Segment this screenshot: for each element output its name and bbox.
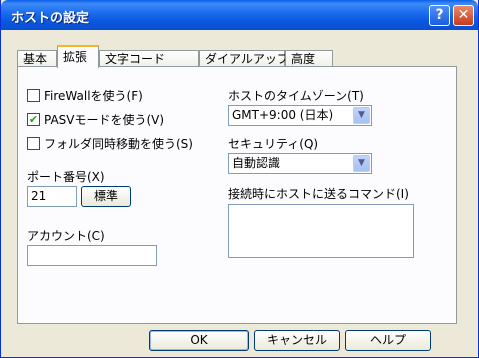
tab-advanced[interactable]: 高度 <box>285 50 333 67</box>
account-input[interactable] <box>27 245 157 266</box>
security-value: 自動認識 <box>232 156 281 170</box>
tab-dialup[interactable]: ダイアルアップ <box>199 50 289 67</box>
tab-basic[interactable]: 基本 <box>17 50 57 67</box>
pasv-label: PASVモードを使う(V) <box>44 112 165 127</box>
ok-button[interactable]: OK <box>149 330 249 351</box>
firewall-option[interactable]: FireWallを使う(F) <box>27 87 143 103</box>
host-settings-dialog: ホストの設定 ? ✕ 基本 拡張 文字コード ダイアルアップ 高度 FireWa… <box>0 0 479 358</box>
security-select[interactable]: 自動認識 ▼ <box>228 153 372 174</box>
sync-move-option[interactable]: フォルダ同時移動を使う(S) <box>27 135 193 151</box>
sync-move-label: フォルダ同時移動を使う(S) <box>44 136 193 151</box>
default-port-button[interactable]: 標準 <box>81 186 131 207</box>
command-textarea[interactable] <box>228 204 414 258</box>
pasv-checkbox[interactable]: ✔ <box>27 112 40 126</box>
close-icon[interactable]: ✕ <box>453 5 474 26</box>
sync-move-checkbox[interactable] <box>27 136 40 150</box>
security-label: セキュリティ(Q) <box>228 137 319 151</box>
chevron-down-icon[interactable]: ▼ <box>353 107 370 124</box>
account-label: アカウント(C) <box>27 229 105 243</box>
tab-extended[interactable]: 拡張 <box>57 45 99 68</box>
pasv-option[interactable]: ✔ PASVモードを使う(V) <box>27 111 164 127</box>
window-title: ホストの設定 <box>11 11 90 26</box>
help-icon[interactable]: ? <box>429 5 450 26</box>
firewall-checkbox[interactable] <box>27 88 40 102</box>
title-bar: ホストの設定 ? ✕ <box>1 0 478 30</box>
firewall-label: FireWallを使う(F) <box>44 88 143 103</box>
timezone-label: ホストのタイムゾーン(T) <box>228 89 364 103</box>
cancel-button[interactable]: キャンセル <box>254 330 340 351</box>
tab-charset[interactable]: 文字コード <box>99 50 199 67</box>
port-label: ポート番号(X) <box>27 170 105 184</box>
port-input[interactable]: 21 <box>27 186 77 207</box>
help-button[interactable]: ヘルプ <box>345 330 431 351</box>
timezone-select[interactable]: GMT+9:00 (日本) ▼ <box>228 105 372 126</box>
command-label: 接続時にホストに送るコマンド(I) <box>228 187 409 201</box>
chevron-down-icon[interactable]: ▼ <box>353 155 370 172</box>
timezone-value: GMT+9:00 (日本) <box>232 108 334 122</box>
